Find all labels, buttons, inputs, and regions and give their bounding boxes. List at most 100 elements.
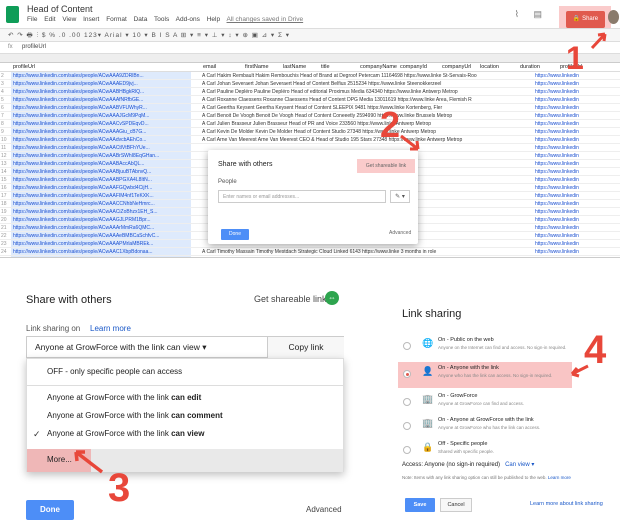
data-cell[interactable]: A Carl Hakim Rembault Hakim Rembouchis H… [202,72,477,79]
url-cell[interactable]: https://www.linkedin.com/sales/people/AC… [13,104,147,111]
profile-link-cell[interactable]: https://www.linkedin [535,240,579,247]
menu-addons[interactable]: Add-ons [176,16,200,23]
url-cell[interactable]: https://www.linkedin.com/sales/people/AC… [13,152,159,159]
menu-tools[interactable]: Tools [154,16,169,23]
modal-advanced-link[interactable]: Advanced [389,230,411,236]
profile-link-cell[interactable]: https://www.linkedin [535,112,579,119]
header-cell[interactable]: companyId [400,64,427,70]
profile-link-cell[interactable]: https://www.linkedin [535,232,579,239]
radio-growforce[interactable] [403,398,411,406]
table-row[interactable]: 3 https://www.linkedin.com/sales/people/A… [0,80,620,88]
link-icon[interactable]: ⇔ [325,291,339,305]
header-cell[interactable]: location [480,64,499,70]
url-cell[interactable]: https://www.linkedin.com/sales/people/AC… [13,200,155,207]
header-cell[interactable]: email [203,64,216,70]
note-learn-more-link[interactable]: Learn more [548,475,571,480]
menu-insert[interactable]: Insert [83,16,99,23]
share-button[interactable]: 🔒 Share [566,11,605,28]
sheet-toolbar[interactable]: ↶ ↷ 🖶 ⫶ $ % .0 .00 123▾ Arial ▾ 10 ▾ B I… [0,28,620,42]
radio-anyone-with-link[interactable] [403,370,411,378]
url-cell[interactable]: https://www.linkedin.com/sales/people/AC… [13,88,144,95]
url-cell[interactable]: https://www.linkedin.com/sales/people/AC… [13,72,144,79]
table-row[interactable]: 2 https://www.linkedin.com/sales/people/A… [0,72,620,80]
menu-file[interactable]: File [27,16,37,23]
copy-link-button[interactable]: Copy link [267,337,344,358]
menu-data[interactable]: Data [134,16,148,23]
radio-off-specific[interactable] [403,446,411,454]
table-row[interactable]: 24 https://www.linkedin.com/sales/people/… [0,248,620,256]
dropdown-item-edit[interactable]: Anyone at GrowForce with the link can ed… [27,389,343,407]
get-shareable-link-button[interactable]: Get shareable link [357,159,415,173]
profile-link-cell[interactable]: https://www.linkedin [535,88,579,95]
url-cell[interactable]: https://www.linkedin.com/sales/people/AC… [13,128,146,135]
url-cell[interactable]: https://www.linkedin.com/sales/people/AC… [13,192,154,199]
share-done-button[interactable]: Done [26,500,74,520]
profile-link-cell[interactable]: https://www.linkedin [535,104,579,111]
header-cell[interactable]: lastName [283,64,306,70]
profile-link-cell[interactable]: https://www.linkedin [535,248,579,255]
url-cell[interactable]: https://www.linkedin.com/sales/people/AC… [13,120,149,127]
url-cell[interactable]: https://www.linkedin.com/sales/people/AC… [13,216,151,223]
table-row[interactable]: 9 https://www.linkedin.com/sales/people/A… [0,128,620,136]
profile-link-cell[interactable]: https://www.linkedin [535,224,579,231]
menu-view[interactable]: View [62,16,76,23]
url-cell[interactable]: https://www.linkedin.com/sales/people/AC… [13,96,143,103]
comments-icon[interactable]: ▤ [533,9,542,19]
table-row[interactable]: 6 https://www.linkedin.com/sales/people/A… [0,104,620,112]
radio-growforce-with-link[interactable] [403,422,411,430]
url-cell[interactable]: https://www.linkedin.com/sales/people/AC… [13,160,144,167]
profile-link-cell[interactable]: https://www.linkedin [535,120,579,127]
data-cell[interactable]: A Carl Geertha Keysent Geertha Keysent H… [202,104,442,111]
header-cell[interactable]: duration [520,64,540,70]
menu-format[interactable]: Format [106,16,127,23]
dropdown-item-view[interactable]: ✓ Anyone at GrowForce with the link can … [27,425,343,443]
profile-link-cell[interactable]: https://www.linkedin [535,160,579,167]
people-input[interactable]: Enter names or email addresses... [218,190,386,203]
share-advanced-link[interactable]: Advanced [306,505,342,514]
saved-status[interactable]: All changes saved in Drive [227,16,304,23]
profile-link-cell[interactable]: https://www.linkedin [535,96,579,103]
url-cell[interactable]: https://www.linkedin.com/sales/people/AC… [13,184,152,191]
save-button[interactable]: Save [405,498,435,512]
dropdown-item-comment[interactable]: Anyone at GrowForce with the link can co… [27,407,343,425]
header-cell[interactable]: companyUrl [442,64,471,70]
data-cell[interactable]: A Carl Johan Severaert Johan Severaert H… [202,80,441,87]
avatar[interactable] [608,10,619,24]
sheet-title[interactable]: Head of Content [27,4,93,14]
profile-link-cell[interactable]: https://www.linkedin [535,136,579,143]
dropdown-item-off[interactable]: OFF - only specific people can access [27,363,343,381]
profile-link-cell[interactable]: https://www.linkedin [535,128,579,135]
url-cell[interactable]: https://www.linkedin.com/sales/people/AC… [13,168,151,175]
url-cell[interactable]: https://www.linkedin.com/sales/people/AC… [13,144,150,151]
url-cell[interactable]: https://www.linkedin.com/sales/people/AC… [13,240,153,247]
permission-pen-icon[interactable]: ✎ ▾ [390,190,410,203]
table-row[interactable]: 8 https://www.linkedin.com/sales/people/A… [0,120,620,128]
table-row[interactable]: 4 https://www.linkedin.com/sales/people/A… [0,88,620,96]
profile-link-cell[interactable]: https://www.linkedin [535,168,579,175]
url-cell[interactable]: https://www.linkedin.com/sales/people/AC… [13,232,159,239]
profile-link-cell[interactable]: https://www.linkedin [535,144,579,151]
header-cell[interactable]: firstName [245,64,269,70]
formula-input[interactable]: profileUrl [22,42,46,53]
data-cell[interactable]: A Carl Pauline Depléro Pauline Depléro H… [202,88,458,95]
url-cell[interactable]: https://www.linkedin.com/sales/people/AC… [13,208,158,215]
profile-link-cell[interactable]: https://www.linkedin [535,200,579,207]
sharing-level-select[interactable]: Anyone at GrowForce with the link can vi… [27,337,267,358]
data-cell[interactable]: A Carl Roxanne Claessens Roxanne Claesse… [202,96,472,103]
header-cell[interactable]: companyName [360,64,397,70]
profile-link-cell[interactable]: https://www.linkedin [535,80,579,87]
radio-public-web[interactable] [403,342,411,350]
data-cell[interactable]: A Carl Benoit De Voogh Benoit De Voogh H… [202,112,452,119]
profile-link-cell[interactable]: https://www.linkedin [535,176,579,183]
profile-link-cell[interactable]: https://www.linkedin [535,216,579,223]
modal-done-button[interactable]: Done [221,229,249,240]
data-cell[interactable]: A Carl Timothy Massain Timothy Mestdach … [202,248,436,255]
get-shareable-link[interactable]: Get shareable link [254,294,327,304]
url-cell[interactable]: https://www.linkedin.com/sales/people/AC… [13,136,146,143]
menu-edit[interactable]: Edit [44,16,55,23]
table-row[interactable]: 5 https://www.linkedin.com/sales/people/A… [0,96,620,104]
table-row[interactable]: 7 https://www.linkedin.com/sales/people/A… [0,112,620,120]
learn-more-link-sharing[interactable]: Learn more about link sharing [530,501,603,507]
activity-icon[interactable]: ⌇ [515,9,519,19]
access-level-select[interactable]: Can view ▾ [505,462,534,468]
